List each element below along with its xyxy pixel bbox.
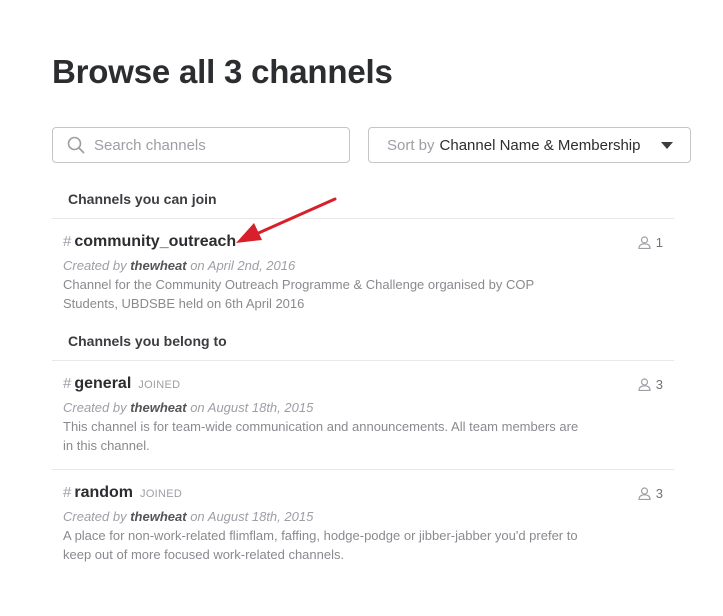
user-icon: [638, 236, 651, 249]
channel-created-info: Created by thewheat on August 18th, 2015: [63, 400, 314, 415]
search-input[interactable]: [94, 136, 334, 154]
hash-icon: #: [63, 375, 72, 392]
channel-purpose: A place for non-work-related flimflam, f…: [63, 528, 578, 562]
channel-name[interactable]: general: [74, 375, 131, 393]
channel-created-info: Created by thewheat on April 2nd, 2016: [63, 258, 296, 273]
joined-badge: JOINED: [138, 379, 181, 391]
channel-name[interactable]: community_outreach: [74, 233, 236, 251]
member-count: 3: [638, 486, 663, 501]
caret-down-icon: [661, 142, 673, 150]
channel-name[interactable]: random: [74, 484, 133, 502]
channel-purpose: Channel for the Community Outreach Progr…: [63, 277, 534, 311]
section-header-joinable: Channels you can join: [52, 191, 674, 219]
annotation-arrow-icon: [236, 197, 337, 243]
joined-badge: JOINED: [140, 488, 183, 500]
hash-icon: #: [63, 484, 72, 501]
channel-purpose: This channel is for team-wide communicat…: [63, 419, 579, 453]
user-icon: [638, 378, 651, 391]
channel-row[interactable]: # community_outreach Created by thewheat…: [52, 233, 674, 317]
sort-dropdown[interactable]: Sort by Channel Name & Membership: [368, 127, 691, 163]
channel-row[interactable]: # general JOINED Created by thewheat on …: [52, 375, 674, 470]
member-count: 1: [638, 235, 663, 250]
sort-prefix: Sort by: [387, 136, 435, 154]
page-title: Browse all 3 channels: [52, 53, 393, 90]
search-field[interactable]: [52, 127, 350, 163]
member-count: 3: [638, 377, 663, 392]
channel-creator[interactable]: thewheat: [130, 258, 186, 273]
section-header-belong: Channels you belong to: [52, 333, 674, 361]
user-icon: [638, 487, 651, 500]
sort-value: Channel Name & Membership: [439, 136, 641, 154]
channel-creator[interactable]: thewheat: [130, 400, 186, 415]
search-icon: [67, 136, 85, 154]
hash-icon: #: [63, 233, 72, 250]
channel-row[interactable]: # random JOINED Created by thewheat on A…: [52, 484, 674, 568]
channel-creator[interactable]: thewheat: [130, 509, 186, 524]
channel-created-info: Created by thewheat on August 18th, 2015: [63, 509, 314, 524]
